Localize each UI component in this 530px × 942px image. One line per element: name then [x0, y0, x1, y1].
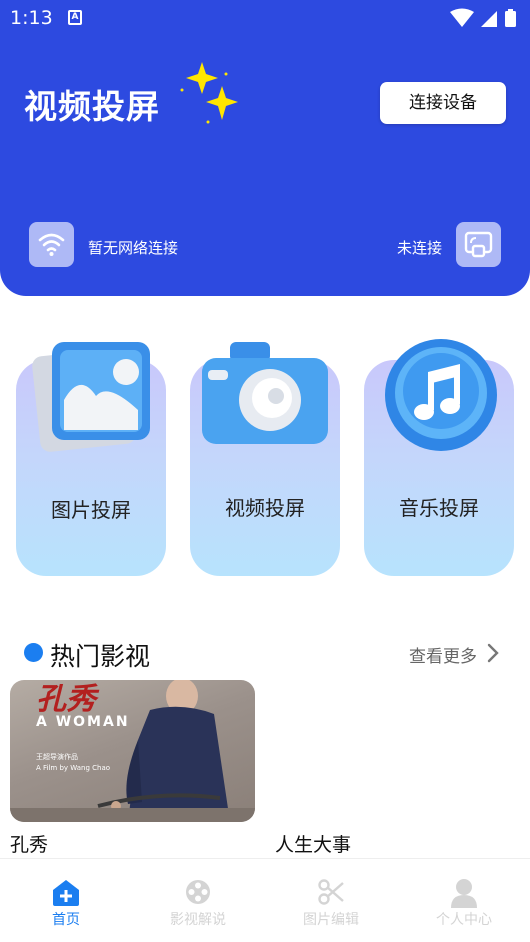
music-icon: [385, 339, 497, 451]
view-more-link[interactable]: 查看更多: [409, 642, 477, 667]
image-cast-label: 图片投屏: [51, 498, 131, 522]
nav-film-commentary[interactable]: 影视解说: [132, 859, 264, 942]
cast-button[interactable]: [456, 222, 501, 267]
wifi-signal-icon: [450, 8, 474, 27]
nav-profile-label: 个人中心: [436, 912, 492, 928]
network-status-text: 暂无网络连接: [88, 239, 179, 257]
image-icon: [32, 342, 150, 452]
battery-icon: [505, 11, 516, 27]
nav-profile[interactable]: 个人中心: [398, 859, 530, 942]
cast-status-text: 未连接: [397, 239, 443, 257]
poster-figure: [10, 680, 255, 822]
screen-cast-icon: [464, 231, 493, 258]
video-cast-label: 视频投屏: [225, 496, 305, 520]
nav-image-edit[interactable]: 图片编辑: [265, 859, 397, 942]
status-time: 1:13: [10, 7, 53, 29]
movie-title-2[interactable]: 人生大事: [275, 830, 351, 857]
person-icon: [451, 879, 477, 908]
nav-image-edit-label: 图片编辑: [303, 912, 359, 928]
scissors-icon: [318, 879, 344, 905]
film-reel-icon: [186, 880, 210, 904]
sparkle-icon: [180, 62, 238, 124]
nav-film-commentary-label: 影视解说: [170, 912, 226, 928]
nav-home-label: 首页: [52, 912, 80, 928]
app-title: 视频投屏: [24, 87, 160, 126]
chevron-right-icon[interactable]: [486, 643, 500, 663]
nav-home[interactable]: 首页: [0, 859, 132, 942]
connect-device-button[interactable]: 连接设备: [380, 82, 506, 124]
section-dot: [24, 643, 43, 662]
wifi-status-icon-box: [29, 222, 74, 267]
movie-poster-kongxiu[interactable]: 孔秀 A WOMAN 王超导演作品 A Film by Wang Chao: [10, 680, 255, 822]
status-icons: [450, 8, 516, 27]
wifi-icon: [38, 233, 65, 256]
music-cast-label: 音乐投屏: [399, 496, 479, 520]
section-title: 热门影视: [50, 642, 151, 671]
cell-signal-icon: [481, 11, 497, 27]
home-plus-icon: [53, 880, 79, 906]
home-screen: 1:13 A 视频投屏 连接设备 暂无网络连接 未连接 图片投屏 视频投屏 音乐…: [0, 0, 530, 942]
camera-icon: [202, 342, 328, 444]
status-bar: 1:13 A: [0, 0, 530, 36]
header-banner: 1:13 A 视频投屏 连接设备 暂无网络连接 未连接: [0, 0, 530, 296]
movie-title-1[interactable]: 孔秀: [10, 830, 48, 857]
bottom-nav: 首页 影视解说 图片编辑 个人中心: [0, 858, 530, 942]
notification-icon: A: [68, 10, 82, 25]
